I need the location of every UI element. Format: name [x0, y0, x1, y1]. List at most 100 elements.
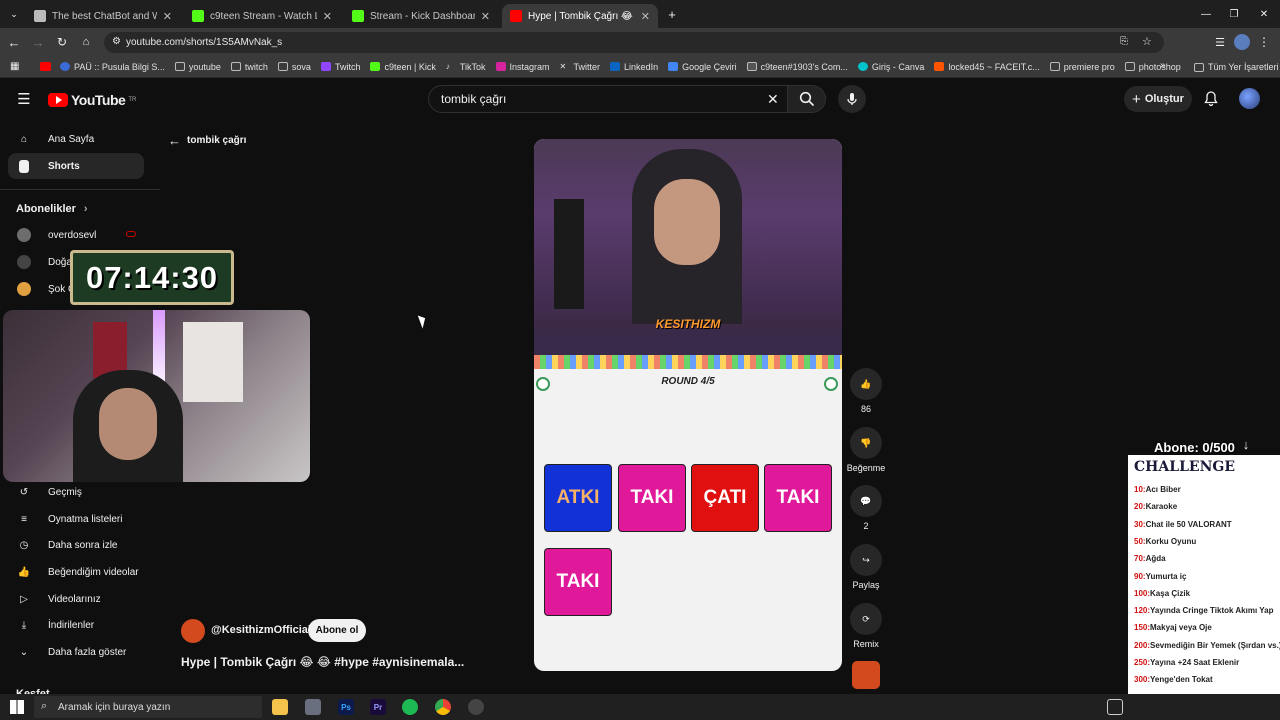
close-tab-icon[interactable]: ✕ [323, 10, 332, 23]
dislike-action[interactable]: 👎 Beğenme [846, 427, 886, 473]
share-icon[interactable]: ↪ [850, 544, 882, 576]
close-tab-icon[interactable]: ✕ [641, 10, 650, 23]
challenge-threshold: 100: [1134, 588, 1151, 598]
bookmark-star-icon[interactable]: ☆ [1142, 35, 1152, 48]
bookmark-kick[interactable]: c9teen | Kick [370, 62, 436, 72]
challenge-item: 200:Sevmediğin Bir Yemek (Şırdan vs.) [1134, 641, 1280, 650]
site-icon [746, 62, 757, 71]
channel-name[interactable]: @KesithizmOfficial [211, 624, 311, 636]
obs-icon[interactable] [468, 699, 484, 715]
back-icon[interactable]: ← [6, 34, 22, 50]
short-video-player[interactable]: ~~ KESITHIZM ROUND 4/5 ATKI TAKI ÇATI TA… [534, 139, 842, 671]
tab-kick-dashboard[interactable]: Stream - Kick Dashboard ✕ [344, 4, 498, 28]
photoshop-icon[interactable]: Ps [338, 699, 354, 715]
thumbs-down-icon[interactable]: 👎 [850, 427, 882, 459]
file-explorer-icon[interactable] [272, 699, 288, 715]
install-icon[interactable]: ⎘ [1120, 36, 1128, 47]
tab-chatbot[interactable]: The best ChatBot and Widgets✕ [26, 4, 180, 28]
calculator-icon[interactable] [305, 699, 321, 715]
christmas-lights [534, 355, 842, 369]
bookmark-folder-sova[interactable]: sova [277, 62, 311, 72]
subscribe-button[interactable]: Abone ol [308, 619, 366, 642]
more-bookmarks-icon[interactable]: » [1160, 60, 1166, 71]
tab-youtube-shorts[interactable]: Hype | Tombik Çağrı 😂 😂✕ [502, 4, 658, 28]
comments-action[interactable]: 💬 2 [850, 485, 882, 531]
profile-icon[interactable] [1234, 34, 1250, 50]
sidebar-item-shorts[interactable]: Shorts [8, 153, 144, 179]
challenge-panel: CHALLENGE 10:Acı Biber 20:Karaoke 30:Chat … [1128, 455, 1280, 720]
windows-start-icon[interactable] [10, 700, 24, 714]
apps-icon[interactable]: ▦ [10, 61, 19, 72]
bookmark-faceit[interactable]: locked45 ~ FACEIT.c... [934, 62, 1040, 72]
close-window-icon[interactable]: ✕ [1256, 6, 1272, 22]
bookmark-folder-twitch[interactable]: twitch [230, 62, 268, 72]
sidebar-item-liked[interactable]: 👍 Beğendiğim videolar [8, 559, 144, 585]
subscriptions-header[interactable]: Abonelikler › [16, 203, 88, 215]
premiere-icon[interactable]: Pr [370, 699, 386, 715]
scroll-down-icon[interactable]: ↓ [1238, 436, 1254, 452]
bookmark-tiktok[interactable]: ♪ TikTok [446, 62, 486, 72]
short-title[interactable]: Hype | Tombik Çağrı 😂 😂 #hype #aynisinem… [181, 655, 464, 669]
tab-kick-watch[interactable]: c9teen Stream - Watch Live on✕ [184, 4, 340, 28]
new-tab-icon[interactable]: + [664, 6, 680, 22]
remix-icon[interactable]: ⟳ [850, 603, 882, 635]
youtube-bookmark-icon[interactable] [40, 62, 51, 71]
reload-icon[interactable]: ↻ [54, 34, 70, 50]
notifications-button[interactable] [1202, 90, 1220, 108]
sidebar-item-downloads[interactable]: ⤓ İndirilenler [8, 612, 144, 638]
site-info-icon[interactable]: ⚙ [112, 36, 121, 47]
forward-icon[interactable]: → [30, 34, 46, 50]
thumbs-up-icon[interactable]: 👍 [850, 368, 882, 400]
bookmark-pau[interactable]: PAÜ :: Pusula Bilgi S... [60, 62, 165, 72]
restore-icon[interactable]: ❐ [1226, 6, 1242, 22]
bookmark-twitter[interactable]: ✕ Twitter [560, 62, 601, 72]
bookmark-twitch[interactable]: Twitch [320, 62, 360, 72]
youtube-logo[interactable]: YouTube TR [48, 92, 136, 108]
channel-avatar[interactable] [181, 619, 205, 643]
sidebar-item-playlists[interactable]: ≡ Oynatma listeleri [8, 506, 144, 532]
create-button[interactable]: + Oluştur [1124, 86, 1192, 112]
all-bookmarks[interactable]: Tüm Yer İşaretleri [1194, 62, 1279, 72]
voice-search-button[interactable] [838, 85, 866, 113]
tab-search-icon[interactable]: ⌄ [6, 6, 22, 22]
close-tab-icon[interactable]: ✕ [481, 10, 490, 23]
hamburger-menu-icon[interactable]: ☰ [16, 91, 32, 108]
bookmark-faceit-stats[interactable]: c9teen#1903's Com... [746, 62, 848, 72]
sidebar-item-show-more[interactable]: ⌄ Daha fazla göster [8, 639, 144, 665]
sidebar-item-history[interactable]: ↺ Geçmiş [8, 479, 144, 505]
like-action[interactable]: 👍 86 [850, 368, 882, 414]
challenge-item: 120:Yayında Cringe Tiktok Akımı Yap [1134, 606, 1273, 615]
sidebar-item-your-videos[interactable]: ▷ Videolarınız [8, 586, 144, 612]
spotify-icon[interactable] [402, 699, 418, 715]
search-button[interactable] [788, 85, 826, 113]
keyboard-icon[interactable] [1107, 699, 1123, 715]
chrome-icon[interactable] [435, 699, 451, 715]
remix-action[interactable]: ⟳ Remix [850, 603, 882, 649]
close-tab-icon[interactable]: ✕ [163, 10, 172, 23]
url-bar[interactable]: ⚙ youtube.com/shorts/1S5AMvNak_s ⎘ ☆ [104, 32, 1164, 53]
search-input[interactable]: tombik çağrı ✕ [428, 85, 788, 113]
bookmark-folder-premiere[interactable]: premiere pro [1049, 62, 1115, 72]
menu-icon[interactable]: ☰ [1212, 34, 1228, 50]
bookmark-translate[interactable]: Google Çeviri [668, 62, 737, 72]
bookmark-folder-youtube[interactable]: youtube [174, 62, 221, 72]
sidebar-item-home[interactable]: ⌂ Ana Sayfa [8, 126, 144, 152]
account-avatar[interactable] [1239, 88, 1260, 109]
sidebar-item-watch-later[interactable]: ◷ Daha sonra izle [8, 532, 144, 558]
back-to-search[interactable]: ← tombik çağrı [168, 133, 246, 148]
challenge-threshold: 250: [1134, 658, 1151, 667]
bookmark-canva[interactable]: Giriş - Canva [857, 62, 924, 72]
minimize-icon[interactable]: — [1198, 6, 1214, 22]
more-icon[interactable]: ⋮ [1256, 34, 1272, 50]
audio-thumbnail[interactable] [852, 661, 880, 689]
challenge-item: 10:Acı Biber [1134, 485, 1181, 494]
clear-search-icon[interactable]: ✕ [767, 91, 779, 108]
comment-icon[interactable]: 💬 [850, 485, 882, 517]
bookmark-linkedin[interactable]: LinkedIn [610, 62, 658, 72]
share-action[interactable]: ↪ Paylaş [850, 544, 882, 590]
taskbar-search[interactable]: ⌕ Aramak için buraya yazın [34, 696, 262, 718]
subscription-overdosevl[interactable]: overdosevl [8, 222, 144, 248]
home-icon[interactable]: ⌂ [78, 34, 94, 50]
bookmark-instagram[interactable]: Instagram [495, 62, 550, 72]
bookmark-folder-photoshop[interactable]: photoshop [1124, 62, 1181, 72]
